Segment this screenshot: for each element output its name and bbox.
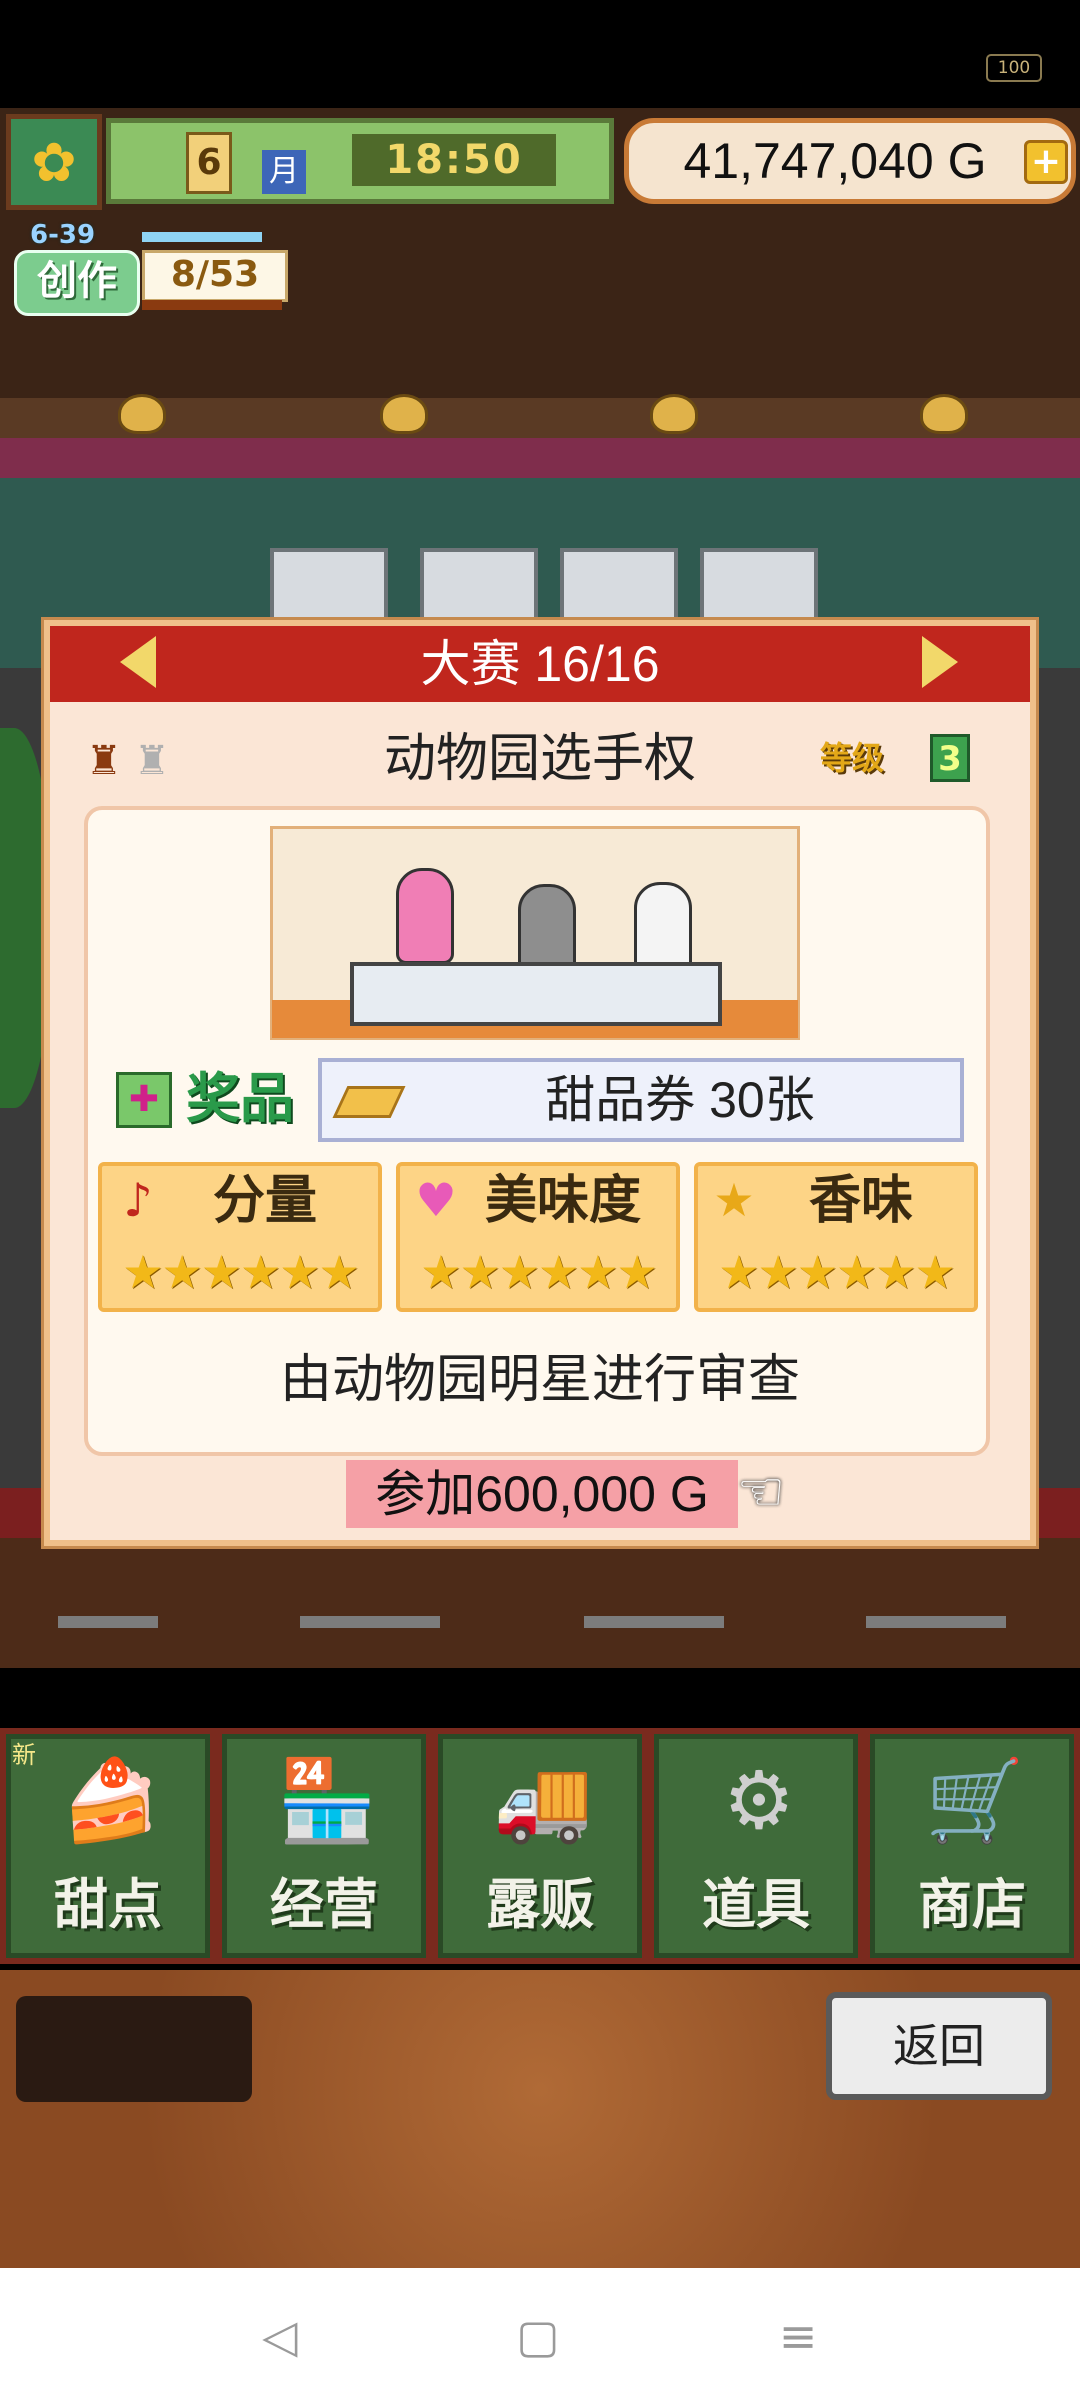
month-number: 6 [186,132,232,194]
month-label: 月 [262,150,306,194]
lamp-icon [920,394,968,434]
level-value: 3 [930,734,970,782]
battery-indicator: 100 [986,54,1042,82]
stat-name: 分量 [212,1171,317,1231]
stat-card-taste: ♥ 美味度 ★★★★★★ [396,1162,680,1312]
nav-menu-icon[interactable]: ≡ [768,2306,828,2366]
road-line [866,1616,1006,1628]
stat-name: 香味 [808,1171,913,1231]
lamp-icon [380,394,428,434]
gear-bag-icon: ⚙ [723,1754,795,1847]
food-truck-icon: 🚚 [493,1754,593,1847]
flower-icon[interactable]: ✿ [6,114,102,210]
money-amount: 41,747,040 G [683,133,987,189]
menu-label: 露贩 [486,1873,594,1936]
judges-table [350,962,722,1026]
rabbit-judge-icon [396,868,454,964]
create-count: 8/53 [142,250,288,302]
new-badge: 新 [12,1741,36,1769]
stat-card-quantity: ♪ 分量 ★★★★★★ [98,1162,382,1312]
level-label: 等级 [819,739,884,777]
create-label[interactable]: 创作 [14,250,140,316]
stat-card-aroma: ★ 香味 ★★★★★★ [694,1162,978,1312]
cart-icon: 🛒 [925,1754,1025,1847]
prize-label: 奖品 [186,1067,294,1130]
tree [0,728,50,1108]
menu-label: 甜点 [54,1873,162,1936]
lamp-icon [118,394,166,434]
pointing-hand-icon: ☜ [736,1460,786,1523]
star-rating: ★★★★★★ [122,1245,359,1299]
lamp-icon [650,394,698,434]
gift-icon: ✚ [116,1072,172,1128]
star-rating: ★★★★★★ [718,1245,955,1299]
join-contest-button[interactable]: 参加600,000 G [346,1460,738,1528]
menu-store-button[interactable]: 🛒 商店 [870,1734,1074,1958]
menu-label: 经营 [270,1873,378,1936]
next-contest-arrow-icon[interactable] [922,636,958,688]
create-underbar [142,300,282,310]
shop-icon: 🏪 [277,1754,377,1847]
game-clock: 18:50 [352,134,556,186]
empty-slot [16,1996,252,2102]
menu-items-button[interactable]: ⚙ 道具 [654,1734,858,1958]
cake-icon: 🍰 [61,1754,161,1847]
stat-name: 美味度 [484,1171,641,1231]
add-money-button[interactable]: + [1024,140,1068,184]
menu-management-button[interactable]: 🏪 经营 [222,1734,426,1958]
menu-label: 商店 [918,1873,1026,1936]
star-rating: ★★★★★★ [420,1245,657,1299]
road-line [584,1616,724,1628]
road-line [58,1616,158,1628]
contest-name: 动物园选手权 [383,730,696,788]
dialog-title: 大赛 16/16 [420,636,660,692]
menu-label: 道具 [702,1873,810,1936]
nav-home-icon[interactable]: ▢ [508,2306,568,2366]
judge-description: 由动物园明星进行审查 [279,1351,800,1409]
prize-text: 甜品券 30张 [545,1072,815,1128]
nav-back-icon[interactable]: ◁ [250,2306,310,2366]
create-date: 6-39 [30,220,96,250]
menu-food-truck-button[interactable]: 🚚 露贩 [438,1734,642,1958]
back-button[interactable]: 返回 [826,1992,1052,2100]
create-progress-bar [142,232,262,242]
previous-contest-arrow-icon[interactable] [120,636,156,688]
status-bar [0,0,1080,108]
silver-trophy-icon: ♜ [134,738,170,784]
bronze-trophy-icon: ♜ [86,738,122,784]
road-line [300,1616,440,1628]
